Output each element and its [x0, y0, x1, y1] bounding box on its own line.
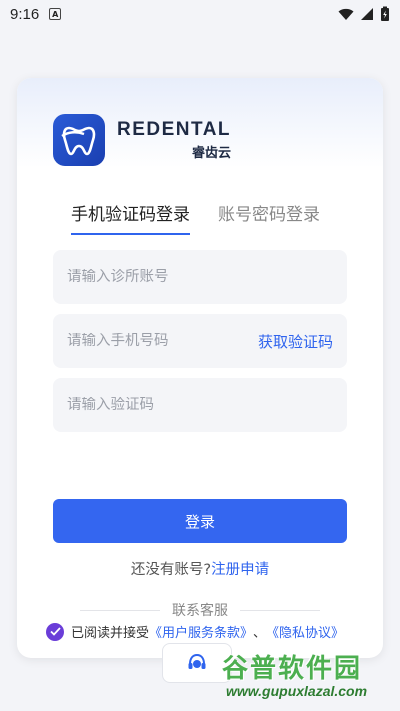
- signal-icon: [361, 8, 373, 20]
- agreement-prefix: 已阅读并接受: [71, 626, 150, 641]
- support-row: 联系客服: [17, 600, 383, 620]
- brand-text: REDENTAL 睿齿云: [117, 119, 231, 161]
- wifi-icon: [338, 8, 354, 20]
- login-tabs: 手机验证码登录 账号密码登录: [71, 200, 320, 235]
- status-bar: 9:16 A: [0, 0, 400, 28]
- a-badge-icon: A: [49, 8, 62, 20]
- clinic-account-field: [53, 250, 347, 304]
- divider-right: [240, 609, 320, 611]
- tooth-logo-icon: [53, 114, 105, 166]
- phone-input[interactable]: [67, 333, 258, 349]
- login-card: REDENTAL 睿齿云 手机验证码登录 账号密码登录 获取验证码 登录 还没有…: [17, 78, 383, 658]
- watermark-title: 谷普软件园: [222, 654, 363, 684]
- brand-name-en: REDENTAL: [117, 119, 232, 140]
- tab-password-login[interactable]: 账号密码登录: [218, 200, 320, 235]
- clinic-account-input[interactable]: [67, 269, 333, 285]
- watermark: 谷普软件园 www.gupuxlazal.com: [218, 648, 400, 711]
- code-field: [53, 378, 347, 432]
- agreement-row: 已阅读并接受 《用户服务条款》、《隐私协议》: [46, 622, 344, 641]
- get-code-button[interactable]: 获取验证码: [258, 331, 333, 352]
- watermark-url: www.gupuxlazal.com: [226, 683, 368, 699]
- headset-icon: [188, 653, 206, 669]
- terms-link[interactable]: 《用户服务条款》: [149, 622, 253, 641]
- code-input[interactable]: [67, 397, 333, 413]
- register-line: 还没有账号?注册申请: [17, 558, 383, 579]
- privacy-link[interactable]: 《隐私协议》: [266, 622, 344, 641]
- tab-sms-login[interactable]: 手机验证码登录: [71, 200, 190, 235]
- status-icons: [338, 6, 390, 22]
- brand-logo: REDENTAL 睿齿云: [53, 114, 231, 166]
- login-button[interactable]: 登录: [53, 499, 347, 543]
- check-icon: [49, 627, 61, 636]
- brand-name-cn: 睿齿云: [192, 146, 232, 161]
- register-link[interactable]: 注册申请: [211, 562, 269, 578]
- agreement-checkbox[interactable]: [46, 622, 64, 641]
- support-label: 联系客服: [172, 603, 228, 619]
- register-prompt: 还没有账号?: [130, 562, 212, 578]
- agreement-separator: 、: [253, 626, 267, 641]
- phone-field: 获取验证码: [53, 314, 347, 368]
- battery-charging-icon: [381, 6, 389, 21]
- status-time: 9:16: [10, 5, 40, 23]
- divider-left: [80, 609, 160, 611]
